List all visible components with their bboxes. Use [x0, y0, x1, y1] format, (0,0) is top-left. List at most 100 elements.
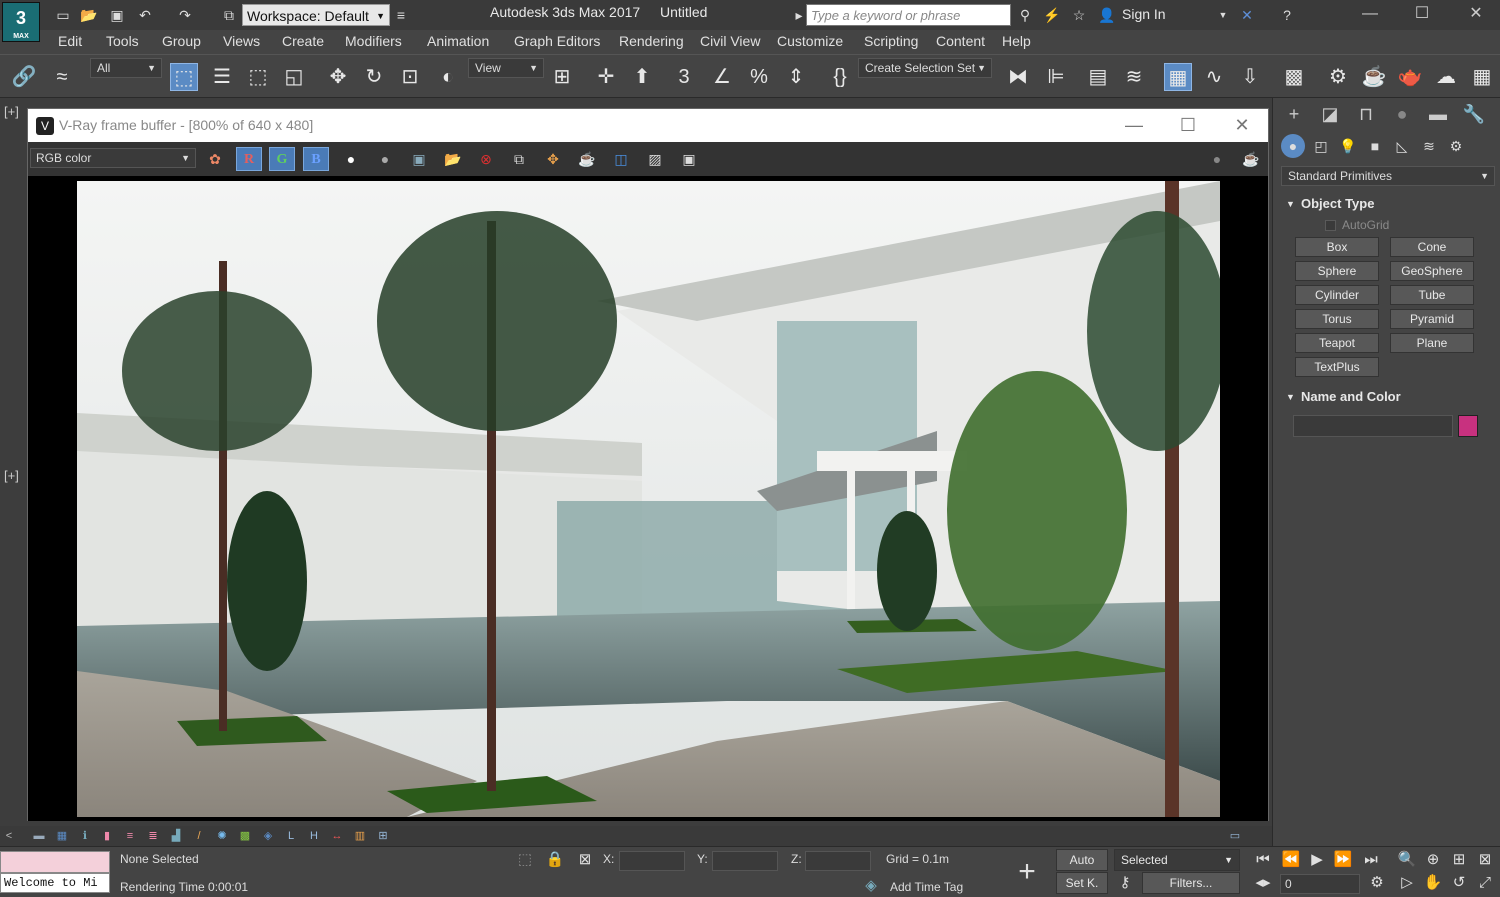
viewport-label-bottom[interactable]: [+] — [4, 468, 19, 483]
zoom-extents-all-icon[interactable]: ⊠ — [1474, 849, 1496, 871]
create-selection-set-dropdown[interactable]: Create Selection Set ▼ — [858, 58, 992, 78]
utilities-tab-icon[interactable]: 🔧 — [1459, 102, 1489, 126]
play-icon[interactable]: ▶ — [1306, 849, 1328, 871]
object-type-rollout[interactable]: ▼ Object Type — [1281, 193, 1495, 215]
window-crossing-icon[interactable]: ◱ — [280, 63, 308, 91]
motion-tab-icon[interactable]: ● — [1387, 102, 1417, 126]
object-name-field[interactable] — [1293, 415, 1453, 437]
redo-icon[interactable]: ↷ — [176, 6, 194, 24]
lights-icon[interactable]: 💡 — [1336, 134, 1360, 158]
track-mouse-icon[interactable]: ✥ — [540, 147, 566, 171]
auto-key-button[interactable]: Auto — [1056, 849, 1108, 871]
favorites-star-icon[interactable]: ☆ — [1070, 6, 1088, 24]
scene-explorer-icon[interactable]: ▤ — [1084, 63, 1112, 91]
previous-frame-icon[interactable]: ⏪ — [1280, 849, 1302, 871]
teapot-button[interactable]: Teapot — [1295, 333, 1379, 353]
vfb-color-icon[interactable]: ▮ — [100, 829, 114, 843]
align-icon[interactable]: ⊫ — [1042, 63, 1070, 91]
percent-snap-icon[interactable]: % — [745, 63, 773, 91]
select-and-scale-icon[interactable]: ⊡ — [396, 63, 424, 91]
clear-image-icon[interactable]: ⊗ — [473, 147, 499, 171]
layer-explorer-icon[interactable]: ≋ — [1120, 63, 1148, 91]
link-to-render-icon[interactable]: ▨ — [642, 147, 668, 171]
geosphere-button[interactable]: GeoSphere — [1390, 261, 1474, 281]
pan-view-icon[interactable]: ✋ — [1422, 872, 1444, 894]
vfb-history-icon[interactable]: ▬ — [32, 829, 46, 843]
tube-button[interactable]: Tube — [1390, 285, 1474, 305]
vfb-bars-icon[interactable]: ▥ — [353, 829, 367, 843]
textplus-button[interactable]: TextPlus — [1295, 357, 1379, 377]
snaps-toggle-icon[interactable]: 3 — [670, 63, 698, 91]
vfb-panel-icon[interactable]: ▭ — [1228, 829, 1242, 843]
menu-customize[interactable]: Customize — [777, 33, 843, 49]
curve-editor-icon[interactable]: ∿ — [1200, 63, 1228, 91]
new-file-icon[interactable]: ▭ — [54, 6, 72, 24]
render-icon[interactable]: ☕ — [1238, 147, 1264, 171]
app-logo[interactable]: 3 MAX — [2, 2, 40, 42]
save-icon[interactable]: ▣ — [108, 6, 126, 24]
duplicate-to-max-vfb-icon[interactable]: ⧉ — [506, 147, 532, 171]
torus-button[interactable]: Torus — [1295, 309, 1379, 329]
compare-ab-icon[interactable]: ◫ — [608, 147, 634, 171]
scroll-left-icon[interactable]: < — [2, 829, 16, 843]
create-tab-icon[interactable]: + — [1279, 102, 1309, 126]
rendered-frame-window-icon[interactable]: ☕ — [1360, 63, 1388, 91]
maximize-viewport-icon[interactable]: ⤢ — [1474, 872, 1496, 894]
zoom-icon[interactable]: 🔍 — [1396, 849, 1418, 871]
material-editor-icon[interactable]: ▩ — [1280, 63, 1308, 91]
vfb-plus-icon[interactable]: ⊞ — [376, 829, 390, 843]
render-production-icon[interactable]: 🫖 — [1396, 63, 1424, 91]
search-input[interactable]: Type a keyword or phrase — [806, 4, 1011, 26]
blue-channel-button[interactable]: B — [303, 147, 329, 171]
maxscript-listener-field[interactable] — [0, 851, 110, 873]
menu-scripting[interactable]: Scripting — [864, 33, 918, 49]
go-to-start-icon[interactable]: ⏮ — [1252, 849, 1274, 871]
plane-button[interactable]: Plane — [1390, 333, 1474, 353]
render-setup-icon[interactable]: ⚙ — [1324, 63, 1352, 91]
minimize-icon[interactable]: — — [1350, 2, 1390, 26]
vfb-brush-icon[interactable]: / — [192, 829, 206, 843]
channel-dropdown[interactable]: RGB color ▼ — [30, 148, 196, 168]
stop-render-icon[interactable]: ● — [1204, 147, 1230, 171]
shapes-icon[interactable]: ◰ — [1309, 134, 1333, 158]
vfb-levels-icon[interactable]: ≡ — [123, 829, 137, 843]
binoculars-icon[interactable]: ⚲ — [1016, 6, 1034, 24]
absolute-mode-icon[interactable]: ⊠ — [574, 849, 596, 871]
menu-civil-view[interactable]: Civil View — [700, 33, 760, 49]
next-frame-icon[interactable]: ⏩ — [1332, 849, 1354, 871]
go-to-end-icon[interactable]: ⏭ — [1360, 849, 1382, 871]
render-region-icon[interactable]: ☕ — [574, 147, 600, 171]
autogrid-checkbox[interactable]: AutoGrid — [1325, 218, 1389, 232]
exchange-apps-icon[interactable]: ✕ — [1238, 6, 1256, 24]
geometry-icon[interactable]: ● — [1281, 134, 1305, 158]
x-coordinate-field[interactable] — [619, 851, 685, 871]
menu-rendering[interactable]: Rendering — [619, 33, 684, 49]
reference-coordinate-dropdown[interactable]: View ▼ — [468, 58, 544, 78]
rectangular-selection-icon[interactable]: ⬚ — [244, 63, 272, 91]
set-key-icon[interactable]: + — [1010, 855, 1044, 889]
select-and-rotate-icon[interactable]: ↻ — [360, 63, 388, 91]
menu-graph-editors[interactable]: Graph Editors — [514, 33, 600, 49]
vfb-lut-icon[interactable]: L — [284, 829, 298, 843]
select-and-move-icon[interactable]: ✥ — [324, 63, 352, 91]
select-and-place-icon[interactable]: ◐ — [434, 63, 462, 91]
key-filter-dropdown[interactable]: Selected ▼ — [1114, 849, 1240, 871]
box-button[interactable]: Box — [1295, 237, 1379, 257]
vfb-ocio-icon[interactable]: ◈ — [261, 829, 275, 843]
workspace-menu-icon[interactable]: ≡ — [392, 6, 410, 24]
key-mode-icon[interactable]: ⚷ — [1114, 872, 1136, 894]
menu-modifiers[interactable]: Modifiers — [345, 33, 402, 49]
modify-tab-icon[interactable]: ◪ — [1315, 102, 1345, 126]
menu-edit[interactable]: Edit — [58, 33, 82, 49]
vfb-histogram-icon[interactable]: ▟ — [169, 829, 183, 843]
open-file-icon[interactable]: 📂 — [80, 6, 98, 24]
select-and-link-icon[interactable]: 🔗 — [10, 63, 38, 91]
zoom-all-icon[interactable]: ⊕ — [1422, 849, 1444, 871]
orbit-icon[interactable]: ↺ — [1448, 872, 1470, 894]
y-coordinate-field[interactable] — [712, 851, 778, 871]
load-image-icon[interactable]: 📂 — [440, 147, 466, 171]
named-selection-sets-icon[interactable]: {} — [826, 63, 854, 91]
viewport-label-top[interactable]: [+] — [4, 104, 19, 119]
cone-button[interactable]: Cone — [1390, 237, 1474, 257]
sign-in-dropdown-icon[interactable]: ▼ — [1214, 6, 1232, 24]
